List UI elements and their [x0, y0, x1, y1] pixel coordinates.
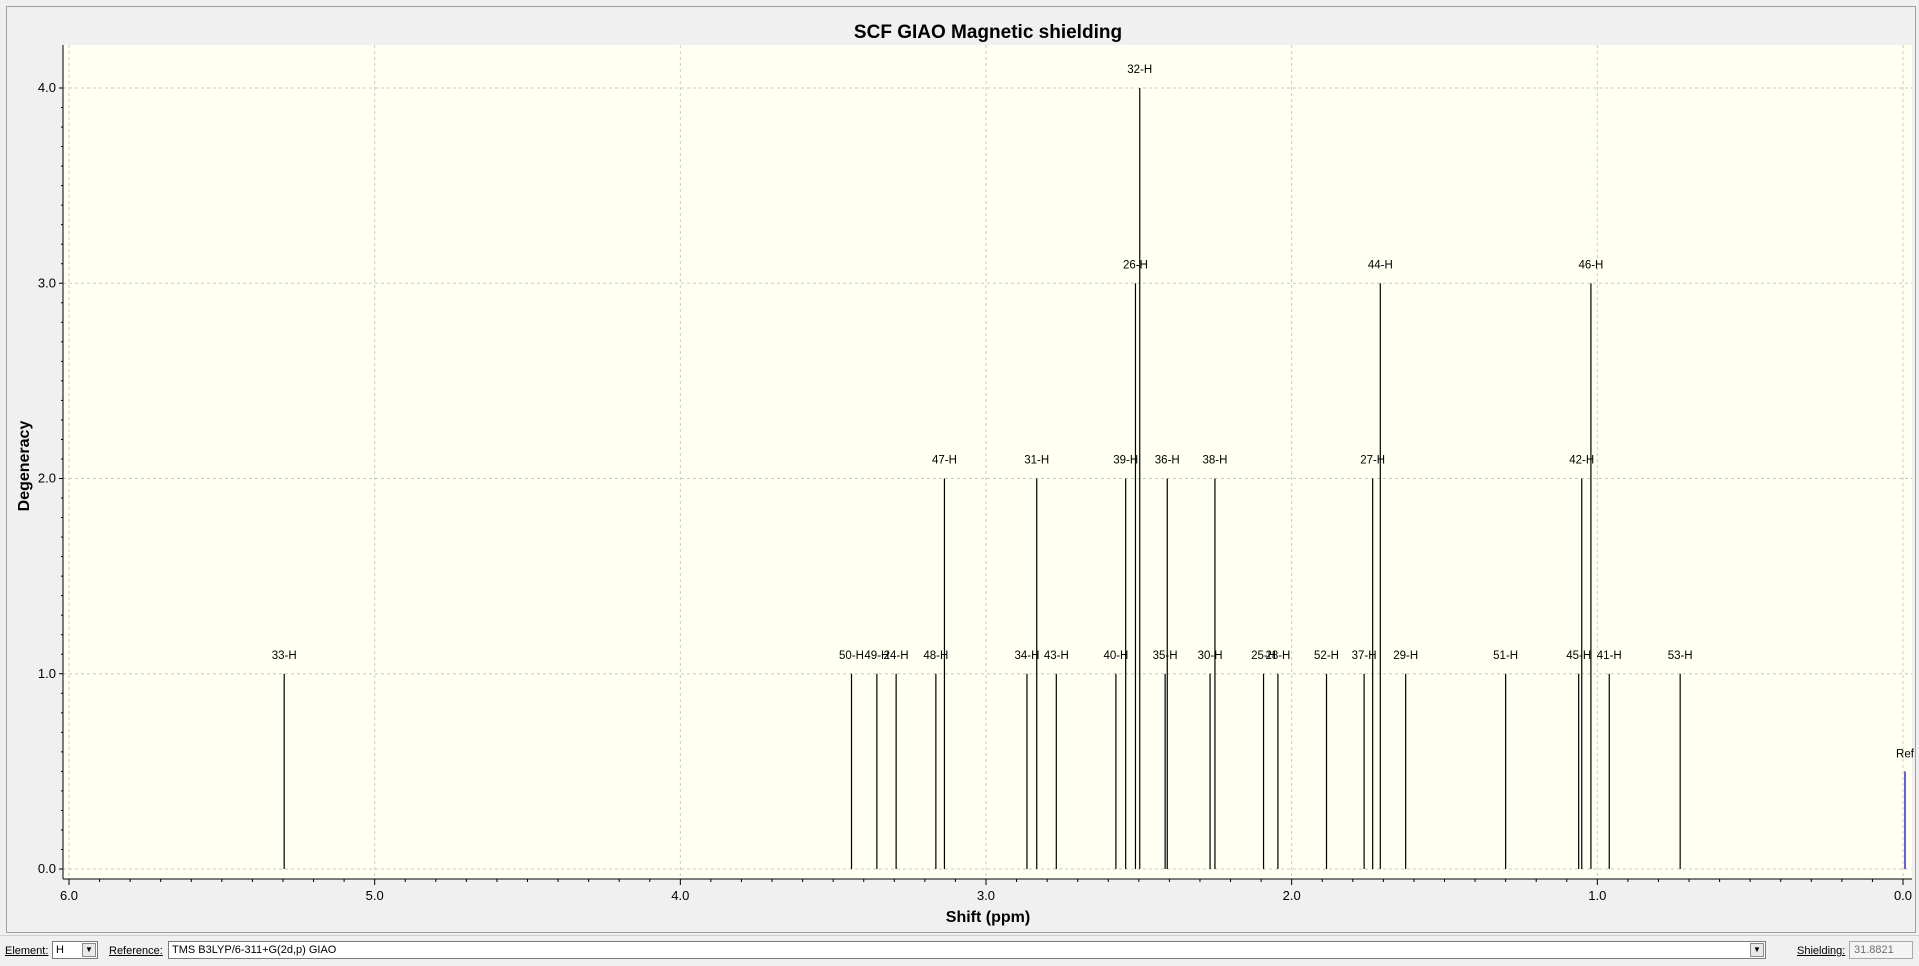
x-tick-label: 3.0 [977, 888, 995, 903]
chart-panel: SCF GIAO Magnetic shielding 6.0 5.0 4.0 3.0… [6, 6, 1916, 933]
peak-label: 46-H [1578, 259, 1603, 271]
chevron-down-icon[interactable]: ▼ [82, 943, 96, 957]
shielding-label: Shielding: [1797, 945, 1845, 957]
peak-label: 45-H [1566, 650, 1591, 662]
x-tick-label: 0.0 [1894, 888, 1912, 903]
x-axis-title: Shift (ppm) [946, 909, 1030, 926]
peak-label: 34-H [1014, 650, 1039, 662]
shielding-field: 31.8821 [1849, 941, 1913, 959]
reference-select[interactable]: TMS B3LYP/6-311+G(2d,p) GIAO ▼ [168, 941, 1766, 959]
bottom-toolbar: Element: H ▼ Reference: TMS B3LYP/6-311+… [0, 935, 1919, 966]
peak-label: 44-H [1368, 259, 1393, 271]
peak-label: 33-H [272, 650, 297, 662]
element-label: Element: [5, 945, 48, 957]
shielding-value: 31.8821 [1854, 944, 1894, 956]
y-tick-label: 4.0 [38, 80, 56, 95]
y-tick-label: 1.0 [38, 666, 56, 681]
element-select[interactable]: H ▼ [52, 941, 98, 959]
peak-label: 32-H [1127, 64, 1152, 76]
chevron-down-icon[interactable]: ▼ [1750, 943, 1764, 957]
x-tick-label: 1.0 [1588, 888, 1606, 903]
x-tick-label: 6.0 [60, 888, 78, 903]
peak-label: 50-H [839, 650, 864, 662]
peak-label: 52-H [1314, 650, 1339, 662]
element-value: H [56, 944, 64, 956]
peak-label: 30-H [1198, 650, 1223, 662]
peak-label: 27-H [1360, 455, 1385, 467]
x-tick-label: 5.0 [366, 888, 384, 903]
y-tick-label: 3.0 [38, 275, 56, 290]
peak-label: 29-H [1393, 650, 1418, 662]
peak-label: 40-H [1103, 650, 1128, 662]
reference-label: Ref [1896, 748, 1915, 760]
y-tick-label: 2.0 [38, 471, 56, 486]
y-tick-label: 0.0 [38, 861, 56, 876]
peak-label: 38-H [1202, 455, 1227, 467]
reference-label-text: Reference: [109, 945, 163, 957]
peak-label: 24-H [884, 650, 909, 662]
peak-label: 53-H [1668, 650, 1693, 662]
peak-label: 36-H [1155, 455, 1180, 467]
shielding-label-text: Shielding: [1797, 945, 1846, 957]
peak-label: 28-H [1265, 650, 1290, 662]
peak-label: 43-H [1044, 650, 1069, 662]
peak-label: 35-H [1153, 650, 1178, 662]
peak-label: 47-H [932, 455, 957, 467]
peak-label: 39-H [1113, 455, 1138, 467]
peak-label: 41-H [1597, 650, 1622, 662]
element-label-text: Element: [5, 945, 49, 957]
nmr-chart: SCF GIAO Magnetic shielding 6.0 5.0 4.0 3.0… [16, 22, 1915, 926]
peak-label: 51-H [1493, 650, 1518, 662]
y-axis-title: Degeneracy [16, 421, 33, 512]
reference-value: TMS B3LYP/6-311+G(2d,p) GIAO [172, 944, 337, 956]
peak-label: 26-H [1123, 259, 1148, 271]
peak-label: 31-H [1024, 455, 1049, 467]
x-tick-label: 2.0 [1283, 888, 1301, 903]
plot-area [63, 45, 1912, 879]
x-tick-label: 4.0 [671, 888, 689, 903]
chart-title: SCF GIAO Magnetic shielding [854, 22, 1122, 43]
reference-label: Reference: [109, 945, 163, 957]
